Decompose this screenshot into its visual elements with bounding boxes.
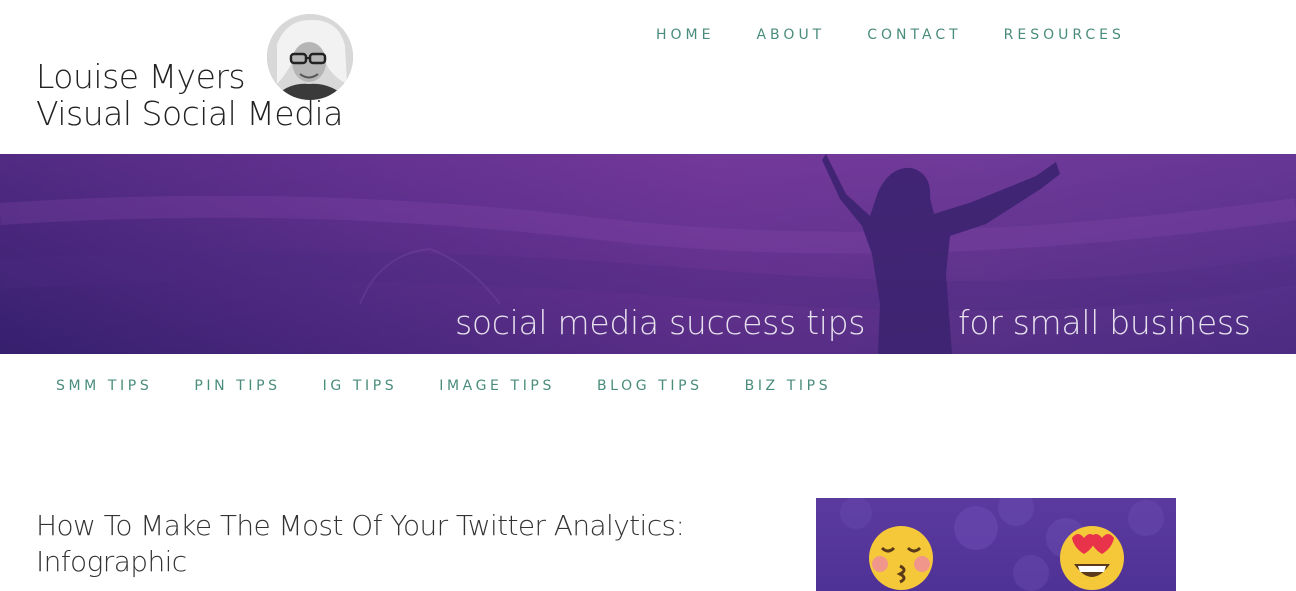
hero-banner: social media success tips for small busi…	[0, 154, 1296, 354]
nav-contact[interactable]: CONTACT	[867, 27, 961, 43]
post-title[interactable]: How To Make The Most Of Your Twitter Ana…	[36, 508, 756, 580]
nav-resources[interactable]: RESOURCES	[1004, 27, 1125, 43]
author-avatar[interactable]	[267, 14, 353, 100]
nav-smm-tips[interactable]: SMM TIPS	[56, 378, 152, 394]
heart-eyes-emoji	[1060, 526, 1124, 590]
post-featured-image[interactable]	[816, 498, 1176, 591]
nav-biz-tips[interactable]: BIZ TIPS	[745, 378, 832, 394]
nav-pin-tips[interactable]: PIN TIPS	[194, 378, 280, 394]
banner-tagline-part2: for small business	[958, 303, 1251, 342]
nav-about[interactable]: ABOUT	[756, 27, 825, 43]
nav-ig-tips[interactable]: IG TIPS	[323, 378, 398, 394]
nav-blog-tips[interactable]: BLOG TIPS	[597, 378, 703, 394]
site-title-line2[interactable]: Visual Social Media	[36, 95, 343, 132]
kissing-face-emoji	[869, 526, 933, 590]
category-navigation: SMM TIPS PIN TIPS IG TIPS IMAGE TIPS BLO…	[56, 378, 873, 394]
nav-image-tips[interactable]: IMAGE TIPS	[439, 378, 555, 394]
banner-tagline-part1: social media success tips	[455, 303, 866, 342]
main-navigation: HOME ABOUT CONTACT RESOURCES	[656, 27, 1167, 43]
nav-home[interactable]: HOME	[656, 27, 714, 43]
